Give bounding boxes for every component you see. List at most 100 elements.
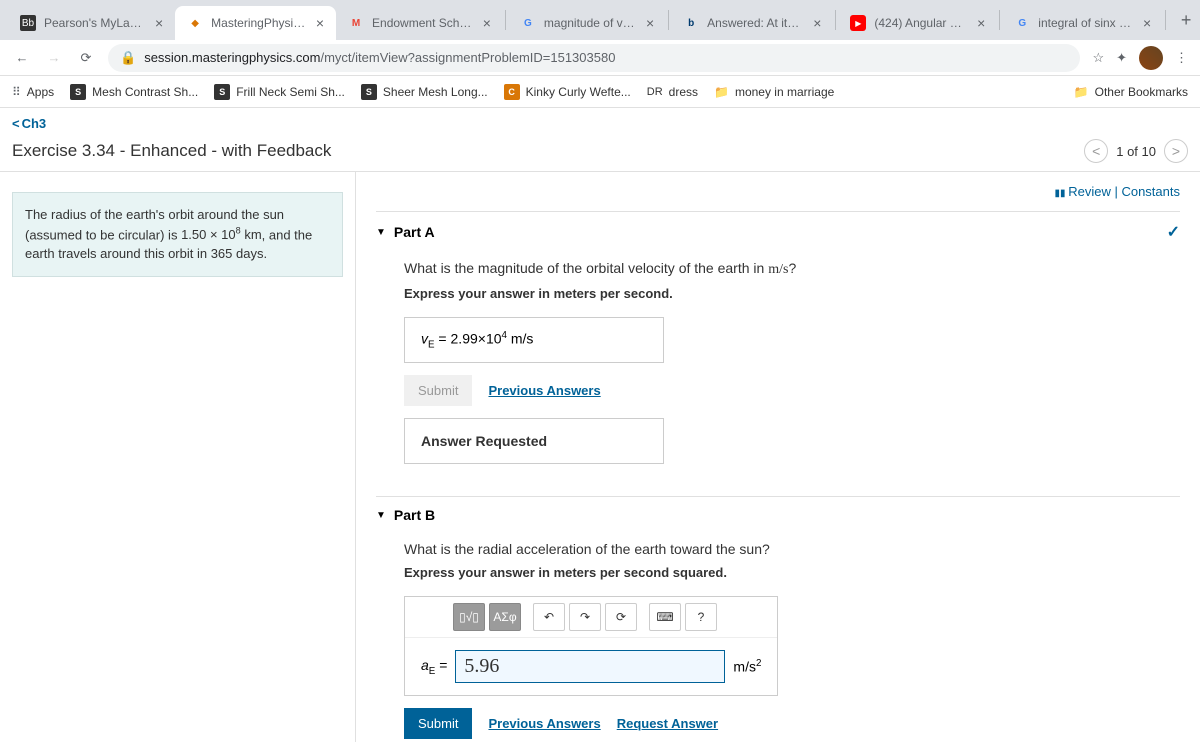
close-icon[interactable]: × bbox=[646, 15, 654, 31]
close-icon[interactable]: × bbox=[977, 15, 985, 31]
check-icon: ✓ bbox=[1167, 222, 1180, 242]
pager-text: 1 of 10 bbox=[1116, 144, 1156, 159]
part-b-body: What is the radial acceleration of the e… bbox=[376, 533, 1180, 742]
button-row: Submit Previous Answers bbox=[404, 375, 1180, 406]
tab-integral[interactable]: G integral of sinx - G × bbox=[1002, 6, 1163, 40]
browser-tab-bar: Bb Pearson's MyLab & × ◆ MasteringPhysic… bbox=[0, 0, 1200, 40]
bookmark-kinky-curly[interactable]: C Kinky Curly Wefte... bbox=[504, 84, 631, 100]
submit-button[interactable]: Submit bbox=[404, 375, 472, 406]
tab-title: Endowment Schola bbox=[372, 16, 475, 30]
help-button[interactable]: ? bbox=[685, 603, 717, 631]
new-tab-button[interactable]: + bbox=[1172, 6, 1200, 34]
back-button[interactable]: ← bbox=[12, 48, 32, 68]
problem-value: 1.50 × 10 bbox=[181, 227, 236, 242]
pager-next-button[interactable]: > bbox=[1164, 139, 1188, 163]
url-input[interactable]: 🔒 session.masteringphysics.com/myct/item… bbox=[108, 44, 1080, 72]
bookmarks-bar: ⠿ Apps S Mesh Contrast Sh... S Frill Nec… bbox=[0, 76, 1200, 108]
other-bookmarks[interactable]: 📁 Other Bookmarks bbox=[1074, 85, 1188, 99]
keyboard-button[interactable]: ⌨ bbox=[649, 603, 681, 631]
folder-icon: 📁 bbox=[1074, 85, 1089, 99]
favicon-mp: ◆ bbox=[187, 15, 203, 31]
part-b-header[interactable]: ▼ Part B bbox=[376, 496, 1180, 533]
bookmark-favicon: S bbox=[70, 84, 86, 100]
instruction-text: Express your answer in meters per second… bbox=[404, 286, 1180, 301]
forward-button[interactable]: → bbox=[44, 48, 64, 68]
bookmark-favicon: C bbox=[504, 84, 520, 100]
problem-unit: km bbox=[241, 227, 262, 242]
bookmark-mesh-contrast[interactable]: S Mesh Contrast Sh... bbox=[70, 84, 198, 100]
tab-pearson[interactable]: Bb Pearson's MyLab & × bbox=[8, 6, 175, 40]
favicon-bartleby: b bbox=[683, 15, 699, 31]
close-icon[interactable]: × bbox=[155, 15, 163, 31]
bookmark-label: Frill Neck Semi Sh... bbox=[236, 85, 345, 99]
tab-separator bbox=[1165, 10, 1166, 30]
tab-masteringphysics[interactable]: ◆ MasteringPhysics: × bbox=[175, 6, 336, 40]
reload-button[interactable]: ⟳ bbox=[76, 48, 96, 68]
tab-separator bbox=[668, 10, 669, 30]
content-area: The radius of the earth's orbit around t… bbox=[0, 172, 1200, 742]
apps-button[interactable]: ⠿ Apps bbox=[12, 85, 54, 99]
other-bookmarks-label: Other Bookmarks bbox=[1095, 85, 1188, 99]
undo-button[interactable]: ↶ bbox=[533, 603, 565, 631]
tab-separator bbox=[505, 10, 506, 30]
close-icon[interactable]: × bbox=[813, 15, 821, 31]
submit-button[interactable]: Submit bbox=[404, 708, 472, 739]
collapse-icon: ▼ bbox=[376, 510, 386, 521]
url-path: /myct/itemView?assignmentProblemID=15130… bbox=[320, 50, 615, 65]
close-icon[interactable]: × bbox=[483, 15, 491, 31]
profile-avatar[interactable] bbox=[1139, 46, 1163, 70]
chevron-left-icon: < bbox=[12, 116, 20, 131]
review-constants-link[interactable]: Review | Constants bbox=[376, 184, 1180, 199]
favicon-bb: Bb bbox=[20, 15, 36, 31]
tab-title: (424) Angular Mot bbox=[874, 16, 969, 30]
close-icon[interactable]: × bbox=[1143, 15, 1151, 31]
question-text: What is the radial acceleration of the e… bbox=[404, 541, 1180, 557]
tab-answered[interactable]: b Answered: At its hi × bbox=[671, 6, 833, 40]
extensions-icon[interactable]: ✦ bbox=[1116, 50, 1127, 66]
pager-prev-button[interactable]: < bbox=[1084, 139, 1108, 163]
bookmark-label: money in marriage bbox=[735, 85, 834, 99]
main-content[interactable]: Review | Constants ▼ Part A ✓ What is th… bbox=[355, 172, 1200, 742]
bookmark-dress[interactable]: DR dress bbox=[647, 85, 698, 99]
symbols-button[interactable]: ΑΣφ bbox=[489, 603, 521, 631]
bookmark-favicon: DR bbox=[647, 86, 663, 98]
favicon-google: G bbox=[520, 15, 536, 31]
page-header: < Ch3 Exercise 3.34 - Enhanced - with Fe… bbox=[0, 108, 1200, 172]
previous-answers-link[interactable]: Previous Answers bbox=[488, 383, 600, 398]
reset-button[interactable]: ⟳ bbox=[605, 603, 637, 631]
close-icon[interactable]: × bbox=[316, 15, 324, 31]
star-icon[interactable]: ☆ bbox=[1092, 50, 1104, 66]
tab-title: Pearson's MyLab & bbox=[44, 16, 147, 30]
bookmark-money-marriage[interactable]: 📁 money in marriage bbox=[714, 85, 834, 99]
templates-button[interactable]: ▯√▯ bbox=[453, 603, 485, 631]
previous-answers-link[interactable]: Previous Answers bbox=[488, 716, 600, 731]
request-answer-link[interactable]: Request Answer bbox=[617, 716, 718, 731]
answer-input-widget: ▯√▯ ΑΣφ ↶ ↷ ⟳ ⌨ ? aE = m/s2 bbox=[404, 596, 778, 696]
favicon-gmail: M bbox=[348, 15, 364, 31]
tab-title: integral of sinx - G bbox=[1038, 16, 1135, 30]
bookmark-frill-neck[interactable]: S Frill Neck Semi Sh... bbox=[214, 84, 345, 100]
collapse-icon: ▼ bbox=[376, 227, 386, 238]
favicon-google: G bbox=[1014, 15, 1030, 31]
part-a-section: ▼ Part A ✓ What is the magnitude of the … bbox=[376, 211, 1180, 472]
tab-title: Answered: At its hi bbox=[707, 16, 805, 30]
bookmark-label: Kinky Curly Wefte... bbox=[526, 85, 631, 99]
folder-icon: 📁 bbox=[714, 85, 729, 99]
answer-input[interactable] bbox=[455, 650, 725, 683]
url-host: session.masteringphysics.com bbox=[144, 50, 320, 65]
tab-endowment[interactable]: M Endowment Schola × bbox=[336, 6, 503, 40]
back-link-label: Ch3 bbox=[22, 116, 47, 131]
tab-title: MasteringPhysics: bbox=[211, 16, 308, 30]
part-a-body: What is the magnitude of the orbital vel… bbox=[376, 252, 1180, 472]
tab-magnitude[interactable]: G magnitude of velo × bbox=[508, 6, 666, 40]
tab-separator bbox=[999, 10, 1000, 30]
menu-icon[interactable]: ⋮ bbox=[1175, 50, 1188, 66]
answer-display: vE = 2.99×104 m/s bbox=[404, 317, 664, 363]
bookmark-sheer-mesh[interactable]: S Sheer Mesh Long... bbox=[361, 84, 488, 100]
part-a-header[interactable]: ▼ Part A ✓ bbox=[376, 211, 1180, 252]
tab-youtube[interactable]: ▶ (424) Angular Mot × bbox=[838, 6, 997, 40]
redo-button[interactable]: ↷ bbox=[569, 603, 601, 631]
chapter-back-link[interactable]: < Ch3 bbox=[12, 116, 1188, 131]
problem-pager: < 1 of 10 > bbox=[1084, 139, 1188, 163]
part-label: Part B bbox=[394, 507, 435, 523]
